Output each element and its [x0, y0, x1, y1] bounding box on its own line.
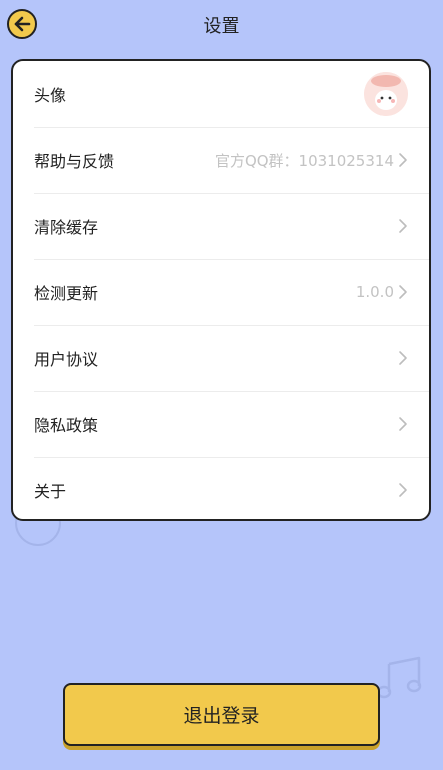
- settings-row-avatar[interactable]: 头像: [13, 61, 429, 127]
- row-label: 隐私政策: [34, 416, 99, 435]
- row-label: 检测更新: [34, 284, 99, 303]
- chevron-right-icon: [399, 483, 407, 497]
- avatar-image: [364, 72, 408, 116]
- chevron-right-icon: [399, 153, 407, 167]
- chevron-right-icon: [399, 219, 407, 233]
- settings-row-user-agreement[interactable]: 用户协议: [13, 325, 429, 391]
- row-label: 用户协议: [34, 350, 99, 369]
- row-label: 头像: [34, 86, 67, 105]
- page-title: 设置: [203, 16, 240, 37]
- settings-row-help-feedback[interactable]: 帮助与反馈 官方QQ群：1031025314: [13, 127, 429, 193]
- header: 设置: [0, 0, 443, 48]
- row-value: 官方QQ群：1031025314: [214, 151, 394, 170]
- settings-row-privacy-policy[interactable]: 隐私政策: [13, 391, 429, 457]
- avatar: [364, 72, 408, 116]
- chevron-right-icon: [399, 417, 407, 431]
- settings-card: 头像 帮助与反馈 官方QQ群：1031025314 清除缓存 检测更新 1.0.…: [11, 59, 431, 521]
- settings-row-clear-cache[interactable]: 清除缓存: [13, 193, 429, 259]
- row-label: 帮助与反馈: [34, 152, 115, 171]
- chevron-right-icon: [399, 351, 407, 365]
- music-note-icon: [376, 656, 422, 699]
- chevron-right-icon: [399, 285, 407, 299]
- row-value: 1.0.0: [355, 283, 394, 301]
- settings-row-about[interactable]: 关于: [13, 457, 429, 519]
- row-label: 关于: [34, 482, 67, 501]
- settings-row-check-update[interactable]: 检测更新 1.0.0: [13, 259, 429, 325]
- logout-button[interactable]: 退出登录: [63, 683, 380, 746]
- row-label: 清除缓存: [34, 218, 99, 237]
